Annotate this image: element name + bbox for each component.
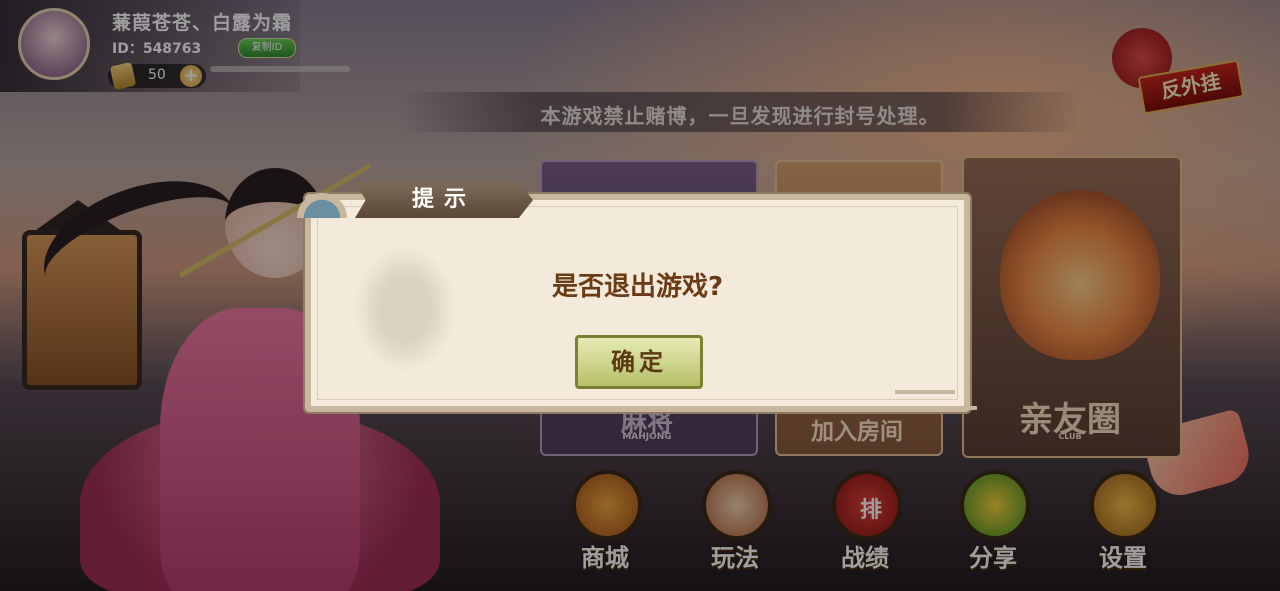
- dialog-tail-line: [895, 390, 955, 394]
- confirm-button[interactable]: 确定: [575, 335, 703, 389]
- bamboo-decoration: [345, 234, 465, 384]
- exit-confirm-dialog: 提示 是否退出游戏? 确定: [295, 182, 977, 414]
- dialog-message: 是否退出游戏?: [551, 272, 724, 302]
- dialog-tail-line: [887, 406, 977, 410]
- dialog-title: 提示: [355, 182, 533, 218]
- fan-icon: [295, 182, 349, 218]
